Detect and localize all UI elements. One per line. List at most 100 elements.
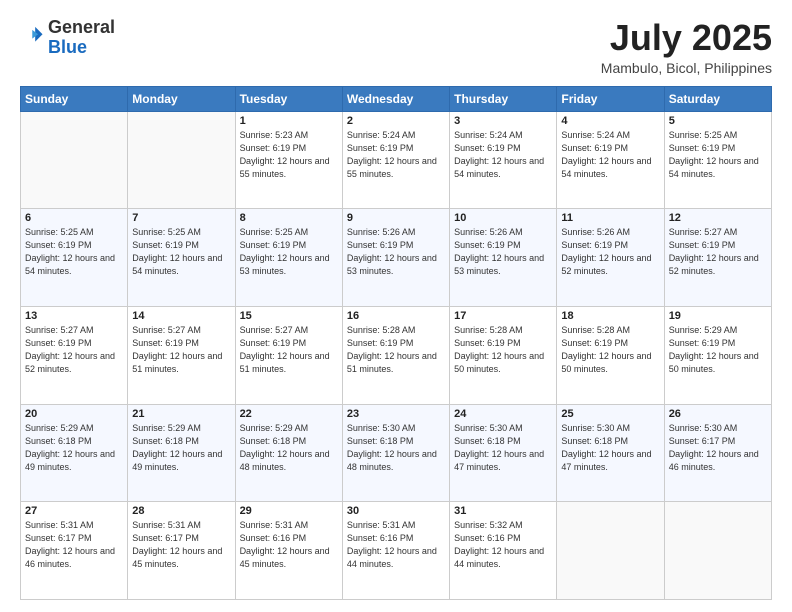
calendar-day-cell bbox=[21, 111, 128, 209]
day-info: Sunrise: 5:24 AM Sunset: 6:19 PM Dayligh… bbox=[561, 129, 659, 181]
calendar-day-cell: 18 Sunrise: 5:28 AM Sunset: 6:19 PM Dayli… bbox=[557, 306, 664, 404]
day-of-week-header: Wednesday bbox=[342, 86, 449, 111]
day-number: 2 bbox=[347, 115, 445, 127]
day-info: Sunrise: 5:30 AM Sunset: 6:17 PM Dayligh… bbox=[669, 422, 767, 474]
day-info: Sunrise: 5:27 AM Sunset: 6:19 PM Dayligh… bbox=[25, 324, 123, 376]
day-info: Sunrise: 5:31 AM Sunset: 6:16 PM Dayligh… bbox=[240, 519, 338, 571]
day-number: 21 bbox=[132, 408, 230, 420]
calendar-day-cell: 12 Sunrise: 5:27 AM Sunset: 6:19 PM Dayli… bbox=[664, 209, 771, 307]
day-number: 24 bbox=[454, 408, 552, 420]
day-number: 27 bbox=[25, 505, 123, 517]
day-info: Sunrise: 5:24 AM Sunset: 6:19 PM Dayligh… bbox=[347, 129, 445, 181]
day-number: 1 bbox=[240, 115, 338, 127]
calendar-day-cell bbox=[557, 502, 664, 600]
day-info: Sunrise: 5:29 AM Sunset: 6:19 PM Dayligh… bbox=[669, 324, 767, 376]
day-info: Sunrise: 5:30 AM Sunset: 6:18 PM Dayligh… bbox=[347, 422, 445, 474]
day-info: Sunrise: 5:31 AM Sunset: 6:16 PM Dayligh… bbox=[347, 519, 445, 571]
day-number: 12 bbox=[669, 212, 767, 224]
page: General Blue July 2025 Mambulo, Bicol, P… bbox=[0, 0, 792, 612]
calendar-day-cell: 16Sunrise: 5:28 AM Sunset: 6:19 PM Dayli… bbox=[342, 306, 449, 404]
day-info: Sunrise: 5:30 AM Sunset: 6:18 PM Dayligh… bbox=[454, 422, 552, 474]
day-info: Sunrise: 5:25 AM Sunset: 6:19 PM Dayligh… bbox=[240, 226, 338, 278]
calendar-day-cell: 23 Sunrise: 5:30 AM Sunset: 6:18 PM Dayli… bbox=[342, 404, 449, 502]
day-info: Sunrise: 5:24 AM Sunset: 6:19 PM Dayligh… bbox=[454, 129, 552, 181]
calendar-day-cell: 8 Sunrise: 5:25 AM Sunset: 6:19 PM Daylig… bbox=[235, 209, 342, 307]
calendar-week-row: 13 Sunrise: 5:27 AM Sunset: 6:19 PM Dayli… bbox=[21, 306, 772, 404]
day-info: Sunrise: 5:27 AM Sunset: 6:19 PM Dayligh… bbox=[240, 324, 338, 376]
day-of-week-header: Saturday bbox=[664, 86, 771, 111]
generalblue-icon bbox=[22, 24, 44, 46]
day-info: Sunrise: 5:31 AM Sunset: 6:17 PM Dayligh… bbox=[25, 519, 123, 571]
calendar-day-cell: 29 Sunrise: 5:31 AM Sunset: 6:16 PM Dayli… bbox=[235, 502, 342, 600]
day-of-week-header: Sunday bbox=[21, 86, 128, 111]
day-info: Sunrise: 5:28 AM Sunset: 6:19 PM Dayligh… bbox=[347, 324, 445, 376]
day-number: 20 bbox=[25, 408, 123, 420]
calendar-day-cell: 20Sunrise: 5:29 AM Sunset: 6:18 PM Dayli… bbox=[21, 404, 128, 502]
calendar-day-cell: 24 Sunrise: 5:30 AM Sunset: 6:18 PM Dayli… bbox=[450, 404, 557, 502]
day-number: 3 bbox=[454, 115, 552, 127]
day-info: Sunrise: 5:28 AM Sunset: 6:19 PM Dayligh… bbox=[561, 324, 659, 376]
calendar-week-row: 6Sunrise: 5:25 AM Sunset: 6:19 PM Daylig… bbox=[21, 209, 772, 307]
calendar-week-row: 27 Sunrise: 5:31 AM Sunset: 6:17 PM Dayli… bbox=[21, 502, 772, 600]
day-number: 8 bbox=[240, 212, 338, 224]
calendar-day-cell: 6Sunrise: 5:25 AM Sunset: 6:19 PM Daylig… bbox=[21, 209, 128, 307]
calendar-day-cell bbox=[664, 502, 771, 600]
day-number: 23 bbox=[347, 408, 445, 420]
title-block: July 2025 Mambulo, Bicol, Philippines bbox=[601, 18, 772, 76]
calendar-day-cell: 25Sunrise: 5:30 AM Sunset: 6:18 PM Dayli… bbox=[557, 404, 664, 502]
day-number: 22 bbox=[240, 408, 338, 420]
day-info: Sunrise: 5:30 AM Sunset: 6:18 PM Dayligh… bbox=[561, 422, 659, 474]
day-info: Sunrise: 5:25 AM Sunset: 6:19 PM Dayligh… bbox=[669, 129, 767, 181]
calendar-week-row: 20 Sunrise: 5:29 AM Sunset: 6:18 PM Dayli… bbox=[21, 404, 772, 502]
day-number: 11 bbox=[561, 212, 659, 224]
day-number: 18 bbox=[561, 310, 659, 322]
calendar-day-cell: 31 Sunrise: 5:32 AM Sunset: 6:16 PM Dayli… bbox=[450, 502, 557, 600]
logo: General Blue bbox=[20, 18, 115, 58]
day-number: 9 bbox=[347, 212, 445, 224]
month-title: July 2025 bbox=[601, 18, 772, 58]
header: General Blue July 2025 Mambulo, Bicol, P… bbox=[20, 18, 772, 76]
calendar-day-cell: 4Sunrise: 5:24 AM Sunset: 6:19 PM Daylig… bbox=[557, 111, 664, 209]
calendar-day-cell: 22Sunrise: 5:29 AM Sunset: 6:18 PM Dayli… bbox=[235, 404, 342, 502]
location: Mambulo, Bicol, Philippines bbox=[601, 60, 772, 76]
day-number: 17 bbox=[454, 310, 552, 322]
calendar-day-cell: 17Sunrise: 5:28 AM Sunset: 6:19 PM Dayli… bbox=[450, 306, 557, 404]
day-number: 28 bbox=[132, 505, 230, 517]
calendar-day-cell: 26 Sunrise: 5:30 AM Sunset: 6:17 PM Dayli… bbox=[664, 404, 771, 502]
calendar-day-cell: 7Sunrise: 5:25 AM Sunset: 6:19 PM Daylig… bbox=[128, 209, 235, 307]
calendar-day-cell: 1Sunrise: 5:23 AM Sunset: 6:19 PM Daylig… bbox=[235, 111, 342, 209]
day-info: Sunrise: 5:27 AM Sunset: 6:19 PM Dayligh… bbox=[669, 226, 767, 278]
day-number: 26 bbox=[669, 408, 767, 420]
calendar-day-cell bbox=[128, 111, 235, 209]
day-info: Sunrise: 5:29 AM Sunset: 6:18 PM Dayligh… bbox=[132, 422, 230, 474]
day-number: 14 bbox=[132, 310, 230, 322]
day-number: 10 bbox=[454, 212, 552, 224]
calendar-table: SundayMondayTuesdayWednesdayThursdayFrid… bbox=[20, 86, 772, 600]
day-info: Sunrise: 5:31 AM Sunset: 6:17 PM Dayligh… bbox=[132, 519, 230, 571]
calendar-day-cell: 27 Sunrise: 5:31 AM Sunset: 6:17 PM Dayli… bbox=[21, 502, 128, 600]
calendar-day-cell: 14Sunrise: 5:27 AM Sunset: 6:19 PM Dayli… bbox=[128, 306, 235, 404]
day-number: 7 bbox=[132, 212, 230, 224]
day-of-week-header: Monday bbox=[128, 86, 235, 111]
day-number: 19 bbox=[669, 310, 767, 322]
day-number: 30 bbox=[347, 505, 445, 517]
day-number: 31 bbox=[454, 505, 552, 517]
day-info: Sunrise: 5:26 AM Sunset: 6:19 PM Dayligh… bbox=[561, 226, 659, 278]
calendar-day-cell: 13 Sunrise: 5:27 AM Sunset: 6:19 PM Dayli… bbox=[21, 306, 128, 404]
day-info: Sunrise: 5:26 AM Sunset: 6:19 PM Dayligh… bbox=[347, 226, 445, 278]
day-number: 13 bbox=[25, 310, 123, 322]
day-number: 29 bbox=[240, 505, 338, 517]
day-of-week-header: Thursday bbox=[450, 86, 557, 111]
day-of-week-header: Friday bbox=[557, 86, 664, 111]
calendar-day-cell: 15Sunrise: 5:27 AM Sunset: 6:19 PM Dayli… bbox=[235, 306, 342, 404]
calendar-week-row: 1Sunrise: 5:23 AM Sunset: 6:19 PM Daylig… bbox=[21, 111, 772, 209]
calendar-day-cell: 9 Sunrise: 5:26 AM Sunset: 6:19 PM Daylig… bbox=[342, 209, 449, 307]
calendar-day-cell: 5Sunrise: 5:25 AM Sunset: 6:19 PM Daylig… bbox=[664, 111, 771, 209]
calendar-day-cell: 2 Sunrise: 5:24 AM Sunset: 6:19 PM Daylig… bbox=[342, 111, 449, 209]
day-of-week-header: Tuesday bbox=[235, 86, 342, 111]
day-info: Sunrise: 5:32 AM Sunset: 6:16 PM Dayligh… bbox=[454, 519, 552, 571]
calendar-day-cell: 21 Sunrise: 5:29 AM Sunset: 6:18 PM Dayli… bbox=[128, 404, 235, 502]
calendar-day-cell: 30 Sunrise: 5:31 AM Sunset: 6:16 PM Dayli… bbox=[342, 502, 449, 600]
calendar-day-cell: 10Sunrise: 5:26 AM Sunset: 6:19 PM Dayli… bbox=[450, 209, 557, 307]
calendar-day-cell: 28 Sunrise: 5:31 AM Sunset: 6:17 PM Dayli… bbox=[128, 502, 235, 600]
